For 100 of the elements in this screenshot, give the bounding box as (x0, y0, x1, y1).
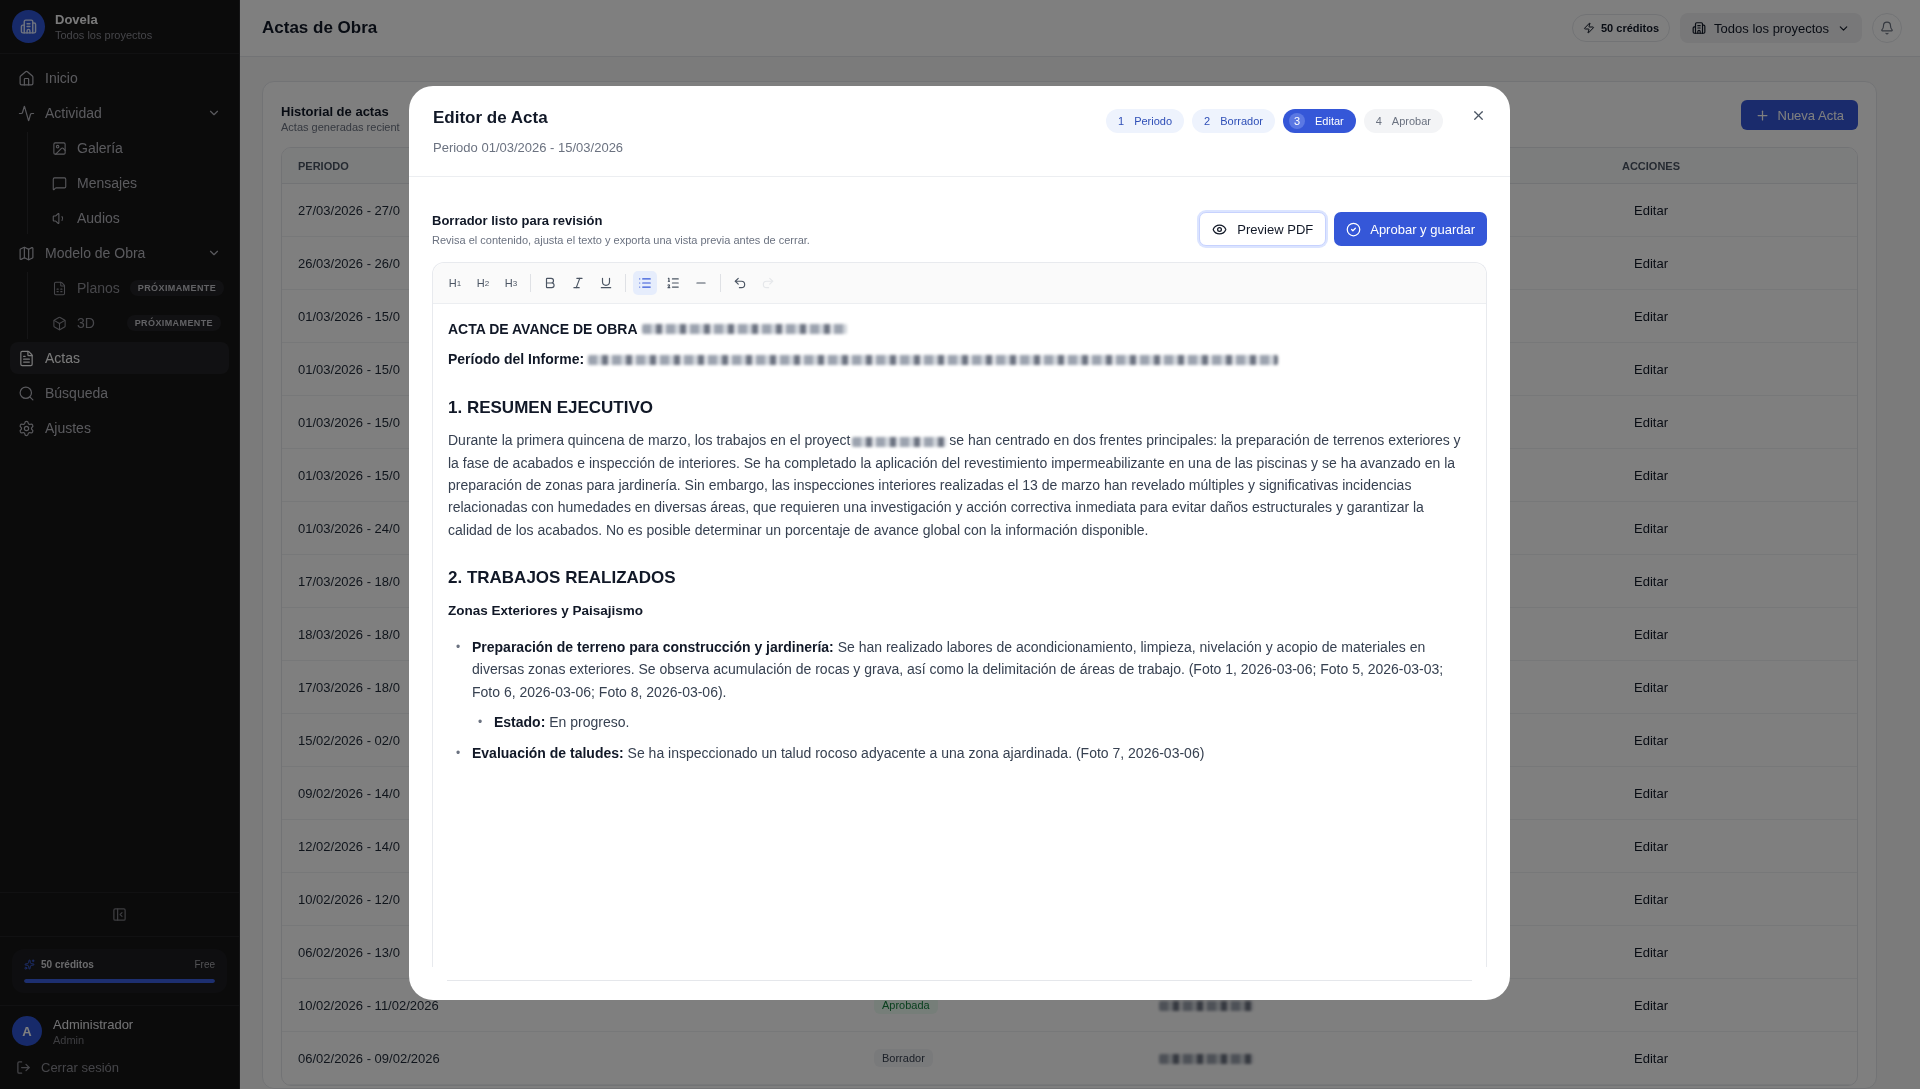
edit-link[interactable]: Editar (1628, 360, 1674, 378)
building-icon (1692, 21, 1707, 35)
sidebar-item[interactable]: Modelo de Obra (10, 237, 229, 269)
column-header: PERIODO (297, 159, 350, 172)
bullet-marker: • (456, 639, 462, 657)
pulse-icon (18, 104, 35, 122)
card-subtitle: Actas generadas recient (281, 121, 400, 133)
list-item-text: Preparación de terreno para construcción y jardinería: Se han realizado labores de acondicionamiento, limpieza, nivelación y acopio de materiales en diversas zonas exteriores. Se observa acumulación de rocas y grava, así como la delimitación de áreas de trabajo. (Foto 1, 2026-03-06; Foto 5, 2026-03-03; Foto 6, 2026-03-06; Foto 8, 2026-03-06). (472, 638, 1445, 702)
edit-link[interactable]: Editar (1628, 413, 1674, 431)
period-cell: 12/02/2026 - 14/0 (298, 838, 400, 854)
brand-name: Dovela (55, 12, 99, 27)
image-icon (52, 140, 67, 156)
status-badge: Borrador (874, 1049, 933, 1067)
lightning-icon (1583, 22, 1595, 34)
period-cell: 09/02/2026 - 14/0 (298, 785, 400, 801)
edit-link[interactable]: Editar (1628, 784, 1674, 802)
map-icon (18, 244, 35, 262)
logout-icon (16, 1060, 31, 1075)
edit-link[interactable]: Editar (1628, 996, 1674, 1014)
period-cell: 18/03/2026 - 18/0 (298, 626, 400, 642)
edit-link[interactable]: Editar (1628, 572, 1674, 590)
edit-link[interactable]: Editar (1628, 625, 1674, 643)
dialog-title: Editor de Acta (433, 108, 549, 128)
edit-link[interactable]: Editar (1628, 731, 1674, 749)
spreadsheet-icon (52, 280, 67, 296)
page-title: Actas de Obra (262, 18, 379, 38)
project-select[interactable]: Todos los proyectos (1680, 13, 1862, 43)
edit-link[interactable]: Editar (1628, 1049, 1674, 1067)
document-label: ACTA DE AVANCE DE OBRA (448, 320, 638, 339)
document-subheading: Zonas Exteriores y Paisajismo (448, 601, 645, 620)
sidebar-item[interactable]: Búsqueda (10, 377, 229, 409)
period-cell: 01/03/2026 - 24/0 (298, 520, 400, 536)
period-cell: 01/03/2026 - 15/0 (298, 361, 400, 377)
check-circle-icon (1346, 221, 1362, 237)
credits-label: 50 créditos (41, 959, 94, 970)
document-label: Período del Informe: (448, 350, 585, 370)
document-heading: 1. RESUMEN EJECUTIVO (448, 396, 654, 419)
brand-subtitle: Todos los proyectos (55, 29, 153, 41)
sidebar-item[interactable]: Actas (10, 342, 229, 374)
edit-link[interactable]: Editar (1628, 837, 1674, 855)
coming-soon-badge: PRÓXIMAMENTE (126, 315, 221, 331)
document-heading: 2. TRABAJOS REALIZADOS (448, 567, 677, 590)
user-name: Administrador (53, 1016, 134, 1032)
step-tab[interactable]: 2 Borrador (1192, 109, 1275, 133)
period-cell: 10/02/2026 - 11/02/2026 (298, 997, 439, 1013)
edit-link[interactable]: Editar (1628, 201, 1674, 219)
sidebar-item[interactable]: Audios (44, 202, 229, 234)
edit-link[interactable]: Editar (1628, 678, 1674, 696)
close-icon[interactable] (1471, 108, 1486, 123)
edit-link[interactable]: Editar (1628, 466, 1674, 484)
period-cell: 01/03/2026 - 15/0 (298, 467, 400, 483)
bullet-marker: • (478, 714, 484, 732)
period-cell: 27/03/2026 - 27/0 (298, 202, 400, 218)
list-item-text: Estado: En progreso. (494, 713, 630, 733)
period-cell: 01/03/2026 - 15/0 (298, 414, 400, 430)
plus-icon (1754, 107, 1770, 123)
edit-link[interactable]: Editar (1628, 307, 1674, 325)
dialog-subtitle: Periodo 01/03/2026 - 15/03/2026 (433, 140, 625, 155)
sidebar-item[interactable]: Ajustes (10, 412, 229, 444)
preview-pdf-button[interactable]: Preview PDF (1199, 212, 1327, 246)
step-tab[interactable]: 1 Periodo (1106, 109, 1185, 133)
search-icon (18, 384, 35, 402)
message-icon (52, 175, 67, 191)
rich-text-editor[interactable] (432, 262, 1487, 967)
edit-link[interactable]: Editar (1628, 254, 1674, 272)
plan-label: Free (194, 959, 215, 970)
eye-icon (1212, 221, 1228, 237)
period-cell: 15/02/2026 - 02/0 (298, 732, 400, 748)
bullet-marker: • (456, 744, 462, 762)
period-cell: 06/02/2026 - 09/02/2026 (298, 1050, 440, 1066)
document-icon (18, 349, 35, 367)
sidebar-item[interactable]: Mensajes (44, 167, 229, 199)
period-cell: 17/03/2026 - 18/0 (298, 679, 400, 695)
period-cell: 17/03/2026 - 18/0 (298, 573, 400, 589)
period-cell: 26/03/2026 - 26/0 (298, 255, 400, 271)
period-cell: 06/02/2026 - 13/0 (298, 944, 400, 960)
list-item-text: Evaluación de taludes: Se ha inspeccionado un talud rocoso adyacente a una zona ajardinada. (Foto 7, 2026-03-06) (472, 743, 1205, 763)
new-acta-button[interactable]: Nueva Acta (1740, 100, 1858, 130)
section-hint: Revisa el contenido, ajusta el texto y exporta una vista previa antes de cerrar. (432, 234, 810, 246)
step-tab[interactable]: 3 Editar (1283, 109, 1356, 133)
sidebar-item[interactable]: Inicio (10, 62, 229, 94)
bullet-list-icon[interactable] (633, 271, 657, 295)
document-paragraph: Durante la primera quincena de marzo, los trabajos en el proyect se han centrado en dos frentes principales: la preparación de terrenos exteriores y la fase de acabados e inspección de interiores. Se ha completado la aplicación del revestimiento impermeabilizante en una de las piscinas y se ha avanzado en la preparación de zonas para jardinería. Sin embargo, las inspecciones interiores realizadas el 13 de marzo han revelado múltiples y significativas incidencias relacionadas con humedades en diversas áreas, que requieren una investigación y acción correctiva inmediata para evitar daños estructurales y garantizar la calidad de los acabados. No es posible determinar un porcentaje de avance global con la información disponible. (448, 431, 1462, 540)
logo (12, 10, 45, 43)
coming-soon-badge: PRÓXIMAMENTE (129, 280, 225, 296)
section-title: Borrador listo para revisión (432, 213, 604, 228)
user-avatar: A (12, 1016, 42, 1046)
step-tab[interactable]: 4 Aprobar (1363, 109, 1443, 133)
sidebar-item[interactable]: Actividad (10, 97, 229, 129)
edit-link[interactable]: Editar (1628, 519, 1674, 537)
column-header: ACCIONES (1620, 159, 1682, 172)
period-cell: 01/03/2026 - 15/0 (298, 308, 400, 324)
approve-save-button[interactable]: Aprobar y guardar (1334, 212, 1487, 246)
sidebar-item[interactable]: Galería (44, 132, 229, 164)
settings-icon (18, 419, 35, 437)
edit-link[interactable]: Editar (1628, 943, 1674, 961)
card-title: Historial de actas (281, 104, 390, 119)
cube-icon (52, 315, 67, 331)
credits-pill[interactable]: 50 créditos (1572, 14, 1671, 42)
edit-link[interactable]: Editar (1628, 890, 1674, 908)
